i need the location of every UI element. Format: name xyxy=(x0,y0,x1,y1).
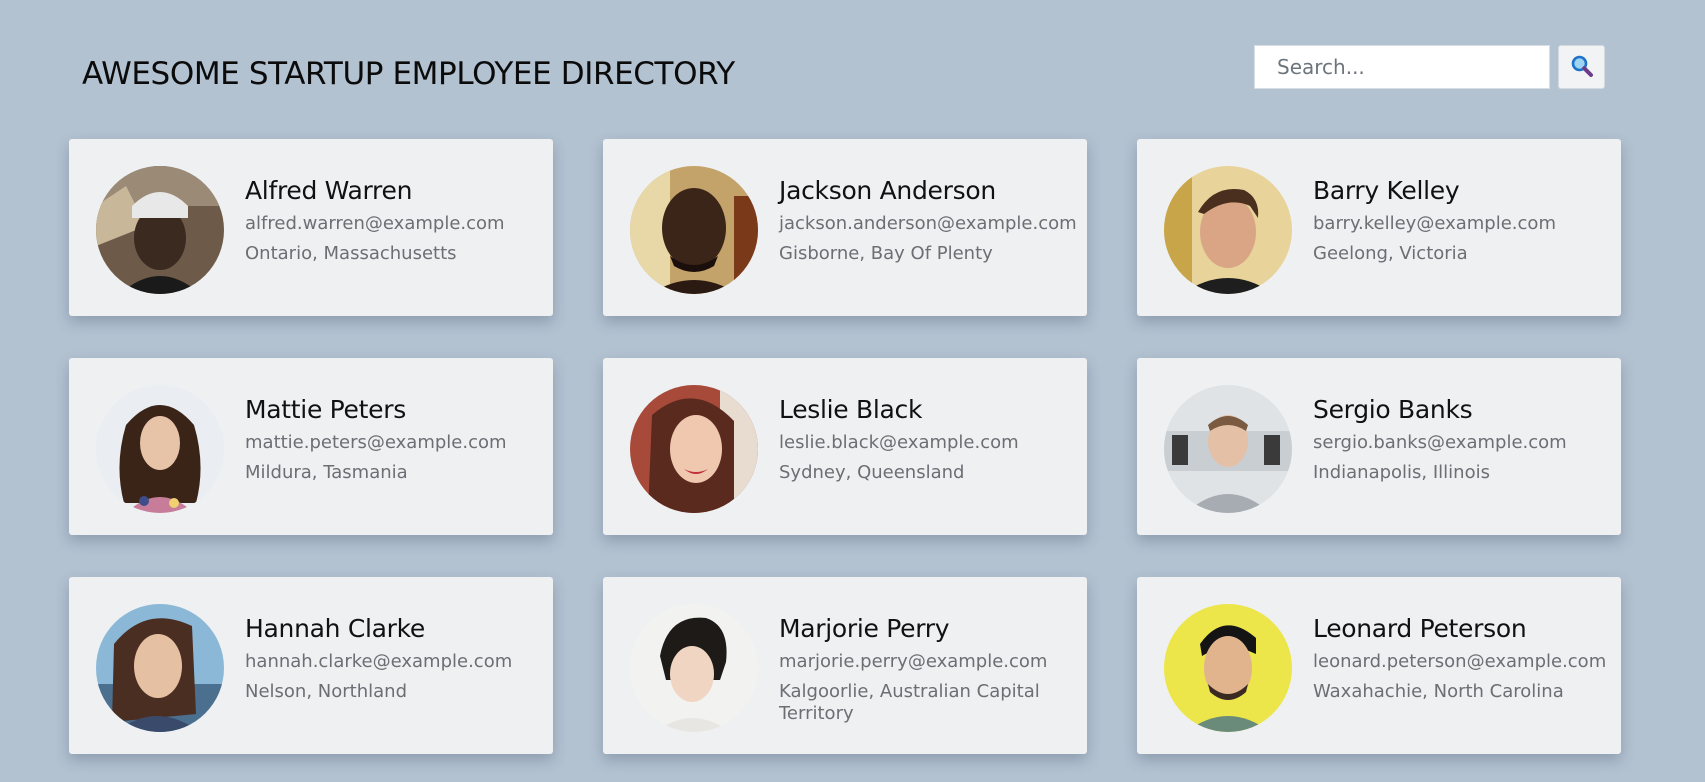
employee-grid: Alfred Warren alfred.warren@example.com … xyxy=(69,139,1621,754)
employee-name: Sergio Banks xyxy=(1313,395,1473,424)
search-button[interactable] xyxy=(1558,45,1605,89)
employee-location: Ontario, Massachusetts xyxy=(245,243,457,264)
employee-location: Indianapolis, Illinois xyxy=(1313,462,1490,483)
page-title: AWESOME STARTUP EMPLOYEE DIRECTORY xyxy=(82,56,735,92)
employee-email: leonard.peterson@example.com xyxy=(1313,651,1607,672)
avatar xyxy=(96,385,224,513)
employee-name: Alfred Warren xyxy=(245,176,413,205)
employee-location: Waxahachie, North Carolina xyxy=(1313,681,1564,702)
employee-card[interactable]: Leslie Black leslie.black@example.com Sy… xyxy=(603,358,1087,535)
employee-email: hannah.clarke@example.com xyxy=(245,651,513,672)
employee-info: Marjorie Perry marjorie.perry@example.co… xyxy=(779,604,1059,725)
employee-email: alfred.warren@example.com xyxy=(245,213,505,234)
employee-email: leslie.black@example.com xyxy=(779,432,1019,453)
employee-info: Hannah Clarke hannah.clarke@example.com … xyxy=(245,604,512,703)
search-input[interactable] xyxy=(1254,45,1550,89)
avatar xyxy=(96,604,224,732)
employee-location: Mildura, Tasmania xyxy=(245,462,408,483)
employee-info: Leslie Black leslie.black@example.com Sy… xyxy=(779,385,1019,484)
employee-card[interactable]: Sergio Banks sergio.banks@example.com In… xyxy=(1137,358,1621,535)
employee-card[interactable]: Alfred Warren alfred.warren@example.com … xyxy=(69,139,553,316)
employee-name: Leonard Peterson xyxy=(1313,614,1527,643)
avatar xyxy=(630,166,758,294)
employee-name: Mattie Peters xyxy=(245,395,406,424)
employee-email: mattie.peters@example.com xyxy=(245,432,507,453)
employee-name: Marjorie Perry xyxy=(779,614,950,643)
avatar xyxy=(96,166,224,294)
employee-name: Hannah Clarke xyxy=(245,614,425,643)
employee-info: Barry Kelley barry.kelley@example.com Ge… xyxy=(1313,166,1556,265)
employee-name: Barry Kelley xyxy=(1313,176,1460,205)
employee-name: Leslie Black xyxy=(779,395,923,424)
employee-info: Mattie Peters mattie.peters@example.com … xyxy=(245,385,507,484)
magnifying-glass-icon xyxy=(1570,54,1594,81)
employee-location: Nelson, Northland xyxy=(245,681,407,702)
avatar xyxy=(1164,604,1292,732)
employee-email: sergio.banks@example.com xyxy=(1313,432,1567,453)
avatar xyxy=(1164,166,1292,294)
employee-email: jackson.anderson@example.com xyxy=(779,213,1077,234)
avatar xyxy=(630,385,758,513)
avatar xyxy=(630,604,758,732)
employee-location: Geelong, Victoria xyxy=(1313,243,1468,264)
employee-card[interactable]: Marjorie Perry marjorie.perry@example.co… xyxy=(603,577,1087,754)
employee-location: Gisborne, Bay Of Plenty xyxy=(779,243,993,264)
employee-name: Jackson Anderson xyxy=(779,176,996,205)
employee-info: Alfred Warren alfred.warren@example.com … xyxy=(245,166,505,265)
employee-info: Leonard Peterson leonard.peterson@exampl… xyxy=(1313,604,1606,703)
employee-location: Sydney, Queensland xyxy=(779,462,965,483)
employee-card[interactable]: Mattie Peters mattie.peters@example.com … xyxy=(69,358,553,535)
employee-card[interactable]: Barry Kelley barry.kelley@example.com Ge… xyxy=(1137,139,1621,316)
employee-card[interactable]: Hannah Clarke hannah.clarke@example.com … xyxy=(69,577,553,754)
avatar xyxy=(1164,385,1292,513)
employee-email: barry.kelley@example.com xyxy=(1313,213,1556,234)
employee-email: marjorie.perry@example.com xyxy=(779,651,1048,672)
employee-card[interactable]: Leonard Peterson leonard.peterson@exampl… xyxy=(1137,577,1621,754)
search-form xyxy=(1254,45,1605,89)
employee-location: Kalgoorlie, Australian Capital Territory xyxy=(779,681,1040,724)
employee-info: Sergio Banks sergio.banks@example.com In… xyxy=(1313,385,1567,484)
employee-card[interactable]: Jackson Anderson jackson.anderson@exampl… xyxy=(603,139,1087,316)
employee-info: Jackson Anderson jackson.anderson@exampl… xyxy=(779,166,1077,265)
